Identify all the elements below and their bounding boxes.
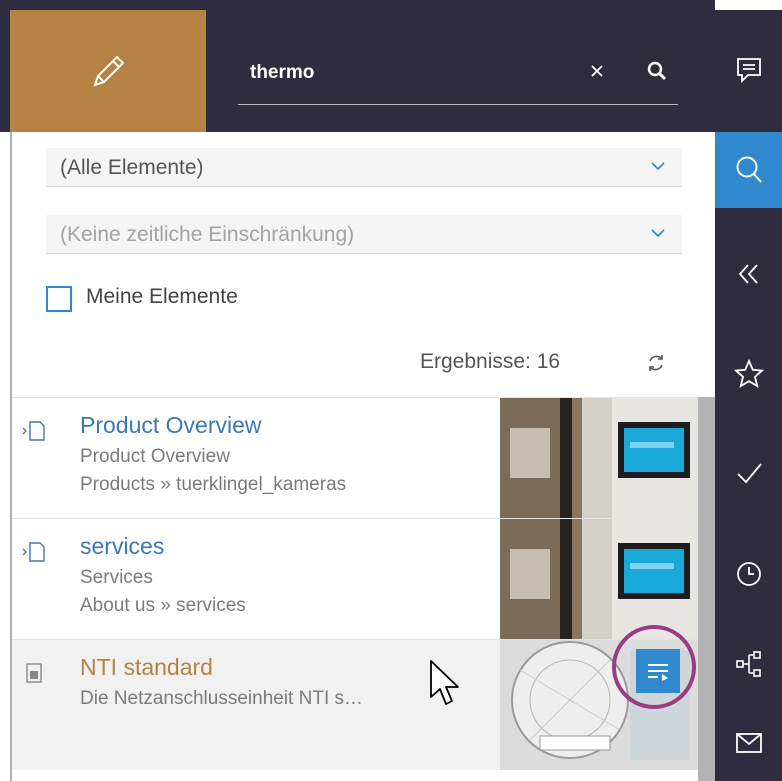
star-icon bbox=[733, 358, 764, 388]
results-summary: Ergebnisse: 16 bbox=[420, 350, 663, 378]
search-input[interactable]: thermo bbox=[250, 62, 314, 84]
collapse-icon bbox=[738, 264, 758, 284]
search-panel-button[interactable] bbox=[715, 132, 782, 208]
highlight-ring bbox=[612, 625, 696, 709]
result-thumbnail bbox=[500, 398, 698, 519]
chevron-down-icon[interactable] bbox=[650, 160, 666, 172]
scrollbar[interactable] bbox=[698, 397, 715, 781]
result-title[interactable]: services bbox=[80, 533, 164, 560]
document-icon bbox=[26, 663, 42, 683]
right-sidebar bbox=[715, 10, 782, 781]
chat-icon bbox=[736, 58, 761, 84]
result-path: About us » services bbox=[80, 595, 246, 616]
my-elements-checkbox[interactable] bbox=[46, 286, 72, 312]
chevron-down-icon[interactable] bbox=[650, 227, 666, 239]
result-title[interactable]: NTI standard bbox=[80, 654, 213, 681]
element-type-filter-label: (Alle Elemente) bbox=[60, 156, 204, 179]
search-icon[interactable] bbox=[646, 60, 668, 82]
result-subtitle: Die Netzanschlusseinheit NTI s… bbox=[80, 688, 363, 709]
sitemap-button[interactable] bbox=[715, 626, 782, 702]
pencil-icon bbox=[93, 55, 125, 87]
close-icon[interactable] bbox=[586, 60, 608, 82]
refresh-icon[interactable] bbox=[645, 352, 667, 374]
result-subtitle: Product Overview bbox=[80, 446, 230, 467]
mail-icon bbox=[735, 733, 762, 753]
element-type-filter[interactable]: (Alle Elemente) bbox=[46, 148, 682, 187]
search-icon bbox=[736, 156, 762, 183]
page-icon bbox=[22, 542, 45, 562]
results-count: Ergebnisse: 16 bbox=[420, 350, 561, 373]
result-subtitle: Services bbox=[80, 567, 153, 588]
result-item[interactable]: Product Overview Product Overview Produc… bbox=[12, 397, 698, 519]
edit-button[interactable] bbox=[10, 10, 206, 132]
result-title[interactable]: Product Overview bbox=[80, 412, 262, 439]
collapse-button[interactable] bbox=[715, 236, 782, 312]
results-list: Product Overview Product Overview Produc… bbox=[12, 397, 715, 781]
messages-button[interactable] bbox=[715, 705, 782, 781]
mouse-cursor-icon bbox=[430, 660, 459, 705]
check-icon bbox=[736, 463, 762, 484]
result-item[interactable]: services Services About us » services bbox=[12, 518, 698, 640]
result-thumbnail bbox=[500, 519, 698, 640]
comments-button[interactable] bbox=[715, 32, 782, 108]
result-item[interactable]: NTI standard Die Netzanschlusseinheit NT… bbox=[12, 639, 698, 770]
result-path: Products » tuerklingel_kameras bbox=[80, 474, 347, 495]
my-elements-label: Meine Elemente bbox=[86, 285, 238, 308]
search-field[interactable]: thermo bbox=[238, 48, 678, 105]
favorites-button[interactable] bbox=[715, 336, 782, 412]
time-filter[interactable]: (Keine zeitliche Einschränkung) bbox=[46, 215, 682, 254]
sitemap-icon bbox=[735, 651, 761, 677]
page-icon bbox=[22, 421, 45, 441]
history-button[interactable] bbox=[715, 536, 782, 612]
time-filter-label: (Keine zeitliche Einschränkung) bbox=[60, 223, 355, 246]
clock-icon bbox=[736, 562, 761, 586]
tasks-button[interactable] bbox=[715, 435, 782, 511]
